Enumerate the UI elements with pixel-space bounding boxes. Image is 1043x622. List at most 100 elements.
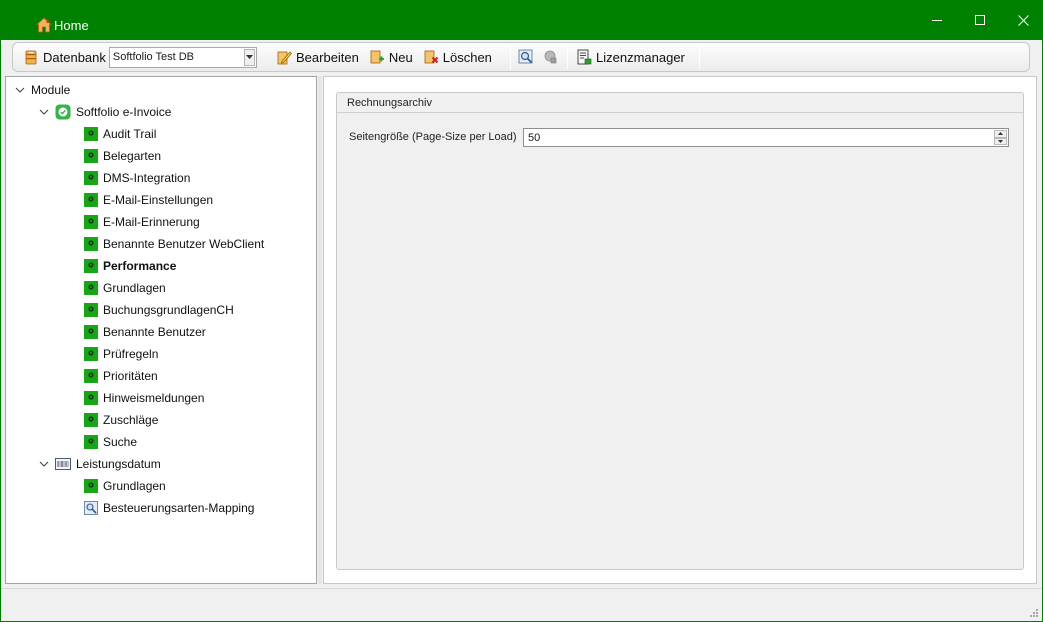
tree-item-performance-selected[interactable]: Performance [84,255,176,277]
tools-group [515,43,561,71]
database-group: Datenbank Softfolio Test DB [23,43,257,71]
spin-down-button[interactable] [994,137,1007,145]
panel-splitter[interactable] [318,76,322,584]
settings-module-icon [84,237,98,251]
edit-button[interactable]: Bearbeiten [273,44,362,70]
page-size-value: 50 [528,132,541,144]
tree-item-grundlagen[interactable]: Grundlagen [84,277,166,299]
settings-module-icon [84,259,98,273]
settings-module-icon [84,149,98,163]
einvoice-icon [55,104,71,120]
settings-module-icon [84,435,98,449]
minimize-button[interactable] [914,0,960,40]
tree-item-hinweismeldungen[interactable]: Hinweismeldungen [84,387,204,409]
settings-module-icon [84,325,98,339]
settings-module-icon [84,347,98,361]
tree-item-named-users[interactable]: Benannte Benutzer [84,321,206,343]
tree-item-label: DMS-Integration [103,171,191,185]
settings-module-icon [84,391,98,405]
tree-item-label: Besteuerungsarten-Mapping [103,501,255,515]
tree-item-buchungsgrundlagen-ch[interactable]: BuchungsgrundlagenCH [84,299,234,321]
collapse-chevron-icon[interactable] [38,106,50,118]
tree-item-label: Performance [103,259,177,273]
collapse-chevron-icon[interactable] [38,458,50,470]
rechnungsarchiv-group: Rechnungsarchiv Seitengröße (Page-Size p… [336,92,1024,570]
license-group: Lizenzmanager [573,43,688,71]
window-title: Home [54,18,89,33]
tree-item-label: Prioritäten [103,369,158,383]
spin-buttons [994,130,1007,145]
spin-up-button[interactable] [994,130,1007,138]
tree-item-belegarten[interactable]: Belegarten [84,145,161,167]
tree-item-dms-integration[interactable]: DMS-Integration [84,167,190,189]
toolbar-separator [510,45,511,69]
maximize-icon [974,14,985,25]
database-select[interactable]: Softfolio Test DB [108,46,257,68]
settings-module-icon [84,413,98,427]
toolbar: Datenbank Softfolio Test DB Bearbeiten N… [12,42,1030,72]
calendar-barcode-icon [55,458,71,470]
status-bar [1,588,1042,621]
tree-item-label: Suche [103,435,138,449]
tree-item-label: Hinweismeldungen [103,391,205,405]
delete-label: Löschen [442,49,492,65]
module-tree[interactable]: Module Softfolio e-Invoice Audit Trail B… [5,76,317,584]
tree-item-email-reminder[interactable]: E-Mail-Erinnerung [84,211,200,233]
license-manager-button[interactable]: Lizenzmanager [573,44,688,70]
record-actions-group: Bearbeiten Neu Löschen [273,43,495,71]
tree-item-label: Grundlagen [103,479,166,493]
tree-item-label: Benannte Benutzer WebClient [103,237,265,251]
delete-icon [424,50,438,64]
arrow-down-icon [998,139,1003,143]
toolbar-separator [699,45,700,69]
magnifier-icon [518,49,533,64]
close-button[interactable] [1000,0,1043,40]
lock-tool-button[interactable] [539,44,561,70]
group-title: Rechnungsarchiv [347,97,432,109]
tree-item-zuschlaege[interactable]: Zuschläge [84,409,158,431]
delete-button[interactable]: Löschen [420,44,495,70]
chevron-down-icon [39,461,49,467]
chevron-down-icon [15,87,25,93]
license-label: Lizenzmanager [596,49,685,65]
chevron-down-icon [245,54,253,59]
tree-item-audit-trail[interactable]: Audit Trail [84,123,156,145]
resize-grip-icon[interactable] [1029,608,1039,618]
settings-module-icon [84,193,98,207]
mapping-tool-icon [84,501,98,515]
tree-group-einvoice[interactable]: Softfolio e-Invoice [38,101,171,123]
page-size-label: Seitengröße (Page-Size per Load) [349,131,517,143]
settings-module-icon [84,215,98,229]
maximize-button[interactable] [957,0,1003,40]
title-bar[interactable]: Home [0,0,1043,40]
close-icon [1017,14,1029,26]
tree-root-module[interactable]: Module [14,79,70,101]
minimize-icon [931,19,942,21]
tree-item-suche[interactable]: Suche [84,431,137,453]
tree-item-prioritaeten[interactable]: Prioritäten [84,365,158,387]
tree-item-pruefregeln[interactable]: Prüfregeln [84,343,158,365]
tree-item-label: BuchungsgrundlagenCH [103,303,234,317]
tree-item-named-users-webclient[interactable]: Benannte Benutzer WebClient [84,233,264,255]
group-header: Rechnungsarchiv [337,93,1023,113]
database-select-value: Softfolio Test DB [112,50,195,63]
search-tool-button[interactable] [515,44,537,70]
tree-item-leistungsdatum-grundlagen[interactable]: Grundlagen [84,475,166,497]
settings-module-icon [84,303,98,317]
settings-module-icon [84,369,98,383]
dropdown-arrow-button[interactable] [243,48,255,66]
database-icon [25,50,37,65]
tree-item-tax-type-mapping[interactable]: Besteuerungsarten-Mapping [84,497,254,519]
tree-item-label: Audit Trail [103,127,157,141]
settings-module-icon [84,281,98,295]
tree-item-label: Prüfregeln [103,347,159,361]
new-button[interactable]: Neu [366,44,416,70]
page-size-spinner[interactable]: 50 [523,128,1009,147]
client-area: Datenbank Softfolio Test DB Bearbeiten N… [1,40,1042,621]
collapse-chevron-icon[interactable] [14,84,26,96]
tree-item-email-settings[interactable]: E-Mail-Einstellungen [84,189,213,211]
tree-group-leistungsdatum[interactable]: Leistungsdatum [38,453,161,475]
database-label: Datenbank [43,49,106,65]
tree-item-label: Softfolio e-Invoice [76,105,172,119]
settings-module-icon [84,171,98,185]
